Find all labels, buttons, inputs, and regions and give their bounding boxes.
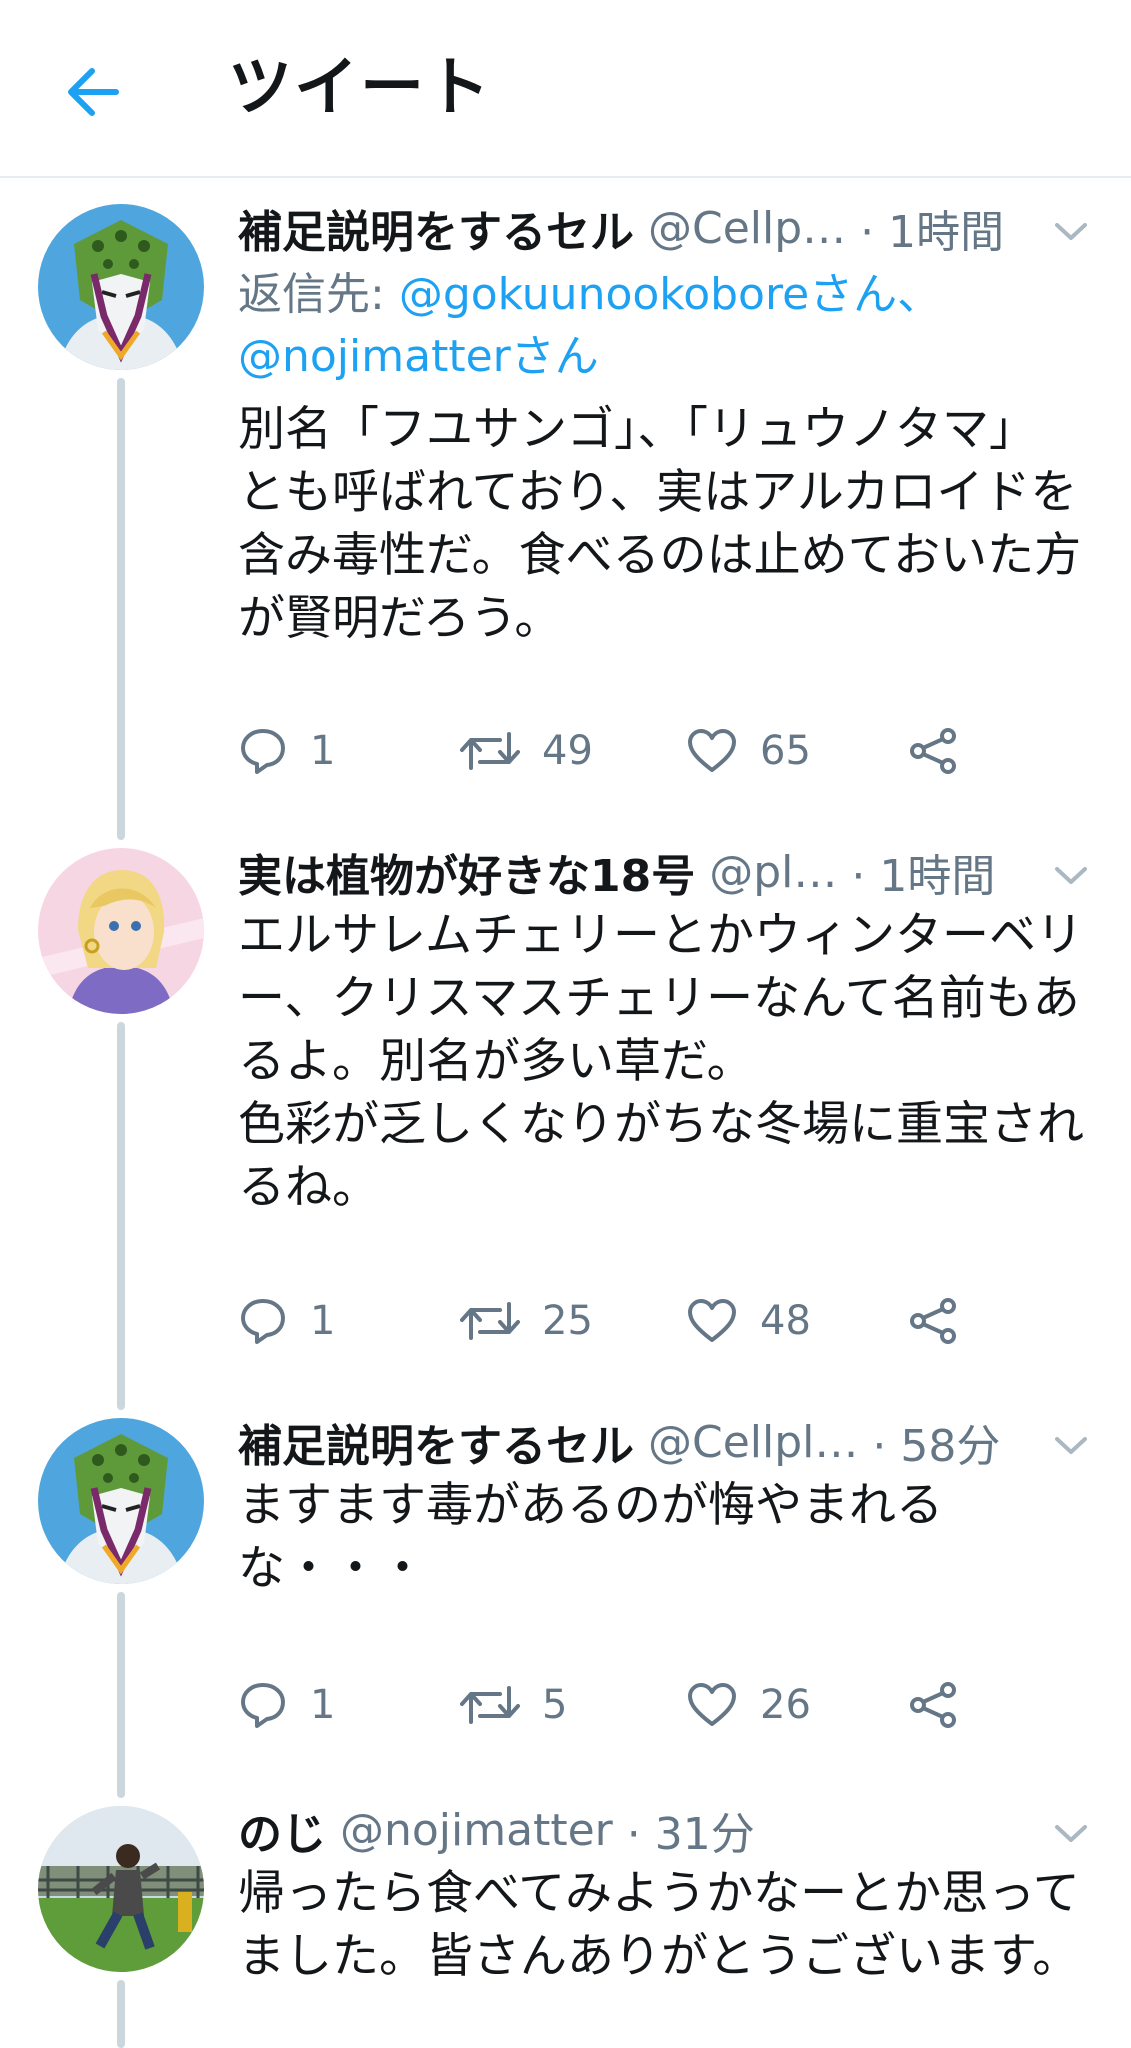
- reply-button[interactable]: 1: [238, 716, 335, 786]
- reply-count: 1: [310, 1682, 336, 1728]
- display-name[interactable]: 補足説明をするセル: [238, 196, 634, 260]
- chevron-down-icon: [1054, 1436, 1088, 1456]
- tweet-actions: 1 25 48: [238, 1286, 1091, 1356]
- display-name[interactable]: のじ: [238, 1798, 326, 1862]
- reply-button[interactable]: 1: [238, 1670, 335, 1740]
- tweet-text: エルサレムチェリーとかウィンターベリ ー、クリスマスチェリーなんて名前もあ るよ…: [238, 908, 1084, 1215]
- timestamp[interactable]: · 1時間: [860, 196, 1004, 260]
- like-count: 26: [760, 1682, 811, 1728]
- tweet-menu-button[interactable]: [1051, 856, 1091, 896]
- thread-line: [117, 378, 125, 840]
- chevron-down-icon: [1054, 866, 1088, 886]
- share-icon: [908, 1296, 960, 1346]
- tweet-text: 別名「フユサンゴ」、「リュウノタマ」 とも呼ばれており、実はアルカロイドを 含み…: [238, 402, 1082, 646]
- retweet-icon: [460, 728, 520, 774]
- timestamp[interactable]: · 31分: [627, 1798, 755, 1862]
- arrow-left-icon: [64, 66, 120, 118]
- like-button[interactable]: 48: [686, 1286, 811, 1356]
- avatar[interactable]: [38, 848, 204, 1014]
- reply-label: 返信先:: [238, 269, 399, 320]
- tweet-actions: 1 5 26: [238, 1670, 1091, 1740]
- share-icon: [908, 1680, 960, 1730]
- avatar[interactable]: [38, 1806, 204, 1972]
- retweet-button[interactable]: 25: [460, 1286, 593, 1356]
- timestamp[interactable]: · 1時間: [851, 840, 995, 904]
- thread-line: [117, 1980, 125, 2048]
- like-button[interactable]: 26: [686, 1670, 811, 1740]
- reply-icon: [238, 726, 288, 776]
- retweet-count: 25: [542, 1298, 593, 1344]
- mention-link[interactable]: @gokuunookoboreさん、: [399, 269, 941, 320]
- timestamp[interactable]: · 58分: [872, 1410, 1000, 1474]
- like-button[interactable]: 65: [686, 716, 811, 786]
- top-bar: ツイート: [0, 0, 1131, 178]
- heart-icon: [686, 1298, 738, 1344]
- share-button[interactable]: [908, 716, 960, 786]
- thread-line: [117, 1022, 125, 1410]
- reply-icon: [238, 1680, 288, 1730]
- tweet-menu-button[interactable]: [1051, 1426, 1091, 1466]
- avatar[interactable]: [38, 204, 204, 370]
- thread-line: [117, 1592, 125, 1798]
- tweet-text: ますます毒があるのが悔やまれる な・・・: [238, 1478, 943, 1596]
- retweet-button[interactable]: 5: [460, 1670, 567, 1740]
- tweet-header: のじ @nojimatter · 31分: [238, 1798, 1075, 1862]
- retweet-count: 5: [542, 1682, 568, 1728]
- tweet-menu-button[interactable]: [1051, 1814, 1091, 1854]
- heart-icon: [686, 728, 738, 774]
- reply-context: 返信先: @gokuunookoboreさん、 @nojimatterさん: [238, 264, 1091, 388]
- username[interactable]: @Cellp…: [648, 203, 846, 254]
- display-name[interactable]: 実は植物が好きな18号: [238, 840, 695, 904]
- tweet-header: 実は植物が好きな18号 @pl… · 1時間: [238, 840, 1075, 904]
- tweet-header: 補足説明をするセル @Cellp… · 1時間: [238, 196, 1075, 260]
- heart-icon: [686, 1682, 738, 1728]
- share-button[interactable]: [908, 1286, 960, 1356]
- page-title: ツイート: [228, 51, 492, 125]
- username[interactable]: @pl…: [709, 847, 837, 898]
- avatar[interactable]: [38, 1418, 204, 1584]
- reply-count: 1: [310, 1298, 336, 1344]
- share-button[interactable]: [908, 1670, 960, 1740]
- reply-icon: [238, 1296, 288, 1346]
- retweet-button[interactable]: 49: [460, 716, 593, 786]
- mention-link[interactable]: @nojimatterさん: [238, 331, 599, 382]
- share-icon: [908, 726, 960, 776]
- like-count: 65: [760, 728, 811, 774]
- back-button[interactable]: [52, 52, 132, 132]
- username[interactable]: @nojimatter: [340, 1805, 613, 1856]
- chevron-down-icon: [1054, 1824, 1088, 1844]
- tweet-actions: 1 49 65: [238, 716, 1091, 786]
- tweet-header: 補足説明をするセル @Cellpl… · 58分: [238, 1410, 1075, 1474]
- retweet-count: 49: [542, 728, 593, 774]
- tweet-text: 帰ったら食べてみようかなーとか思って ました。皆さんありがとうございます。: [238, 1866, 1080, 1984]
- retweet-icon: [460, 1682, 520, 1728]
- tweet-menu-button[interactable]: [1051, 212, 1091, 252]
- username[interactable]: @Cellpl…: [648, 1417, 858, 1468]
- display-name[interactable]: 補足説明をするセル: [238, 1410, 634, 1474]
- like-count: 48: [760, 1298, 811, 1344]
- retweet-icon: [460, 1298, 520, 1344]
- reply-button[interactable]: 1: [238, 1286, 335, 1356]
- reply-count: 1: [310, 728, 336, 774]
- chevron-down-icon: [1054, 222, 1088, 242]
